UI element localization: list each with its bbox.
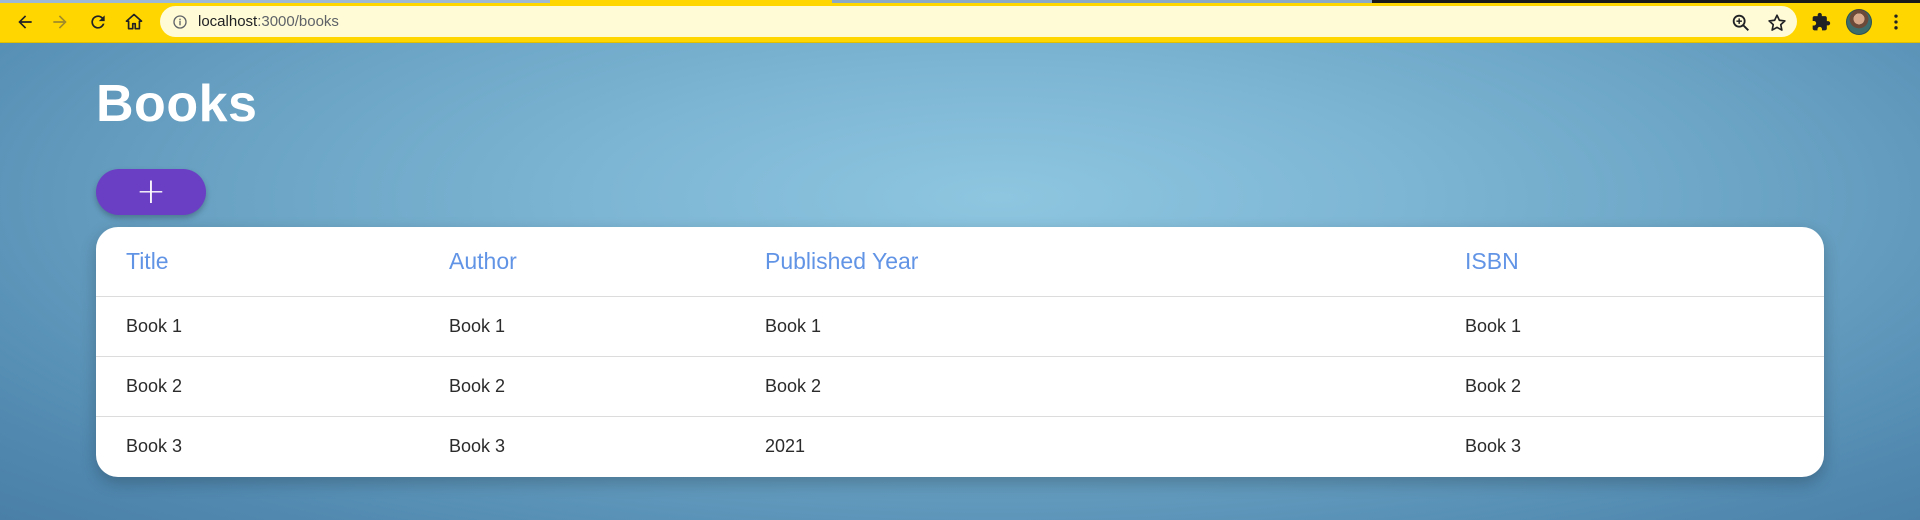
extensions-puzzle-icon — [1812, 12, 1831, 31]
home-button[interactable] — [119, 7, 149, 37]
browser-toolbar: localhost:3000/books — [0, 0, 1920, 43]
table-row[interactable]: Book 3 Book 3 2021 Book 3 — [96, 417, 1824, 477]
profile-avatar[interactable] — [1846, 9, 1872, 35]
extensions-button[interactable] — [1808, 9, 1834, 35]
column-header-published-year[interactable]: Published Year — [735, 227, 1435, 297]
cell-author: Book 3 — [449, 436, 506, 456]
add-book-button[interactable]: + — [96, 169, 206, 215]
url-path: :3000/books — [257, 13, 339, 30]
home-icon — [125, 13, 143, 30]
books-table-card: Title Author Published Year ISBN Book 1 … — [96, 227, 1824, 477]
cell-published-year: Book 2 — [735, 356, 1435, 417]
books-table: Title Author Published Year ISBN Book 1 … — [96, 227, 1824, 476]
cell-title: Book 3 — [126, 436, 183, 456]
reload-icon — [91, 15, 105, 29]
url-host: localhost — [198, 13, 258, 30]
column-header-title[interactable]: Title — [96, 227, 419, 297]
url-text[interactable]: localhost:3000/books — [198, 13, 339, 30]
column-header-author[interactable]: Author — [419, 227, 735, 297]
cell-isbn: Book 1 — [1435, 296, 1824, 357]
bookmark-star-icon[interactable] — [1766, 12, 1788, 34]
cell-isbn: Book 3 — [1465, 436, 1522, 456]
page-title: Books — [96, 75, 258, 133]
more-vert-icon — [1894, 14, 1898, 30]
forward-button[interactable] — [45, 7, 75, 37]
forward-arrow-icon — [53, 15, 67, 29]
cell-title: Book 2 — [96, 356, 419, 417]
cell-isbn: Book 2 — [1435, 356, 1824, 417]
table-row[interactable]: Book 2 Book 2 Book 2 Book 2 — [96, 356, 1824, 417]
table-row[interactable]: Book 1 Book 1 Book 1 Book 1 — [96, 296, 1824, 357]
cell-published-year: Book 1 — [735, 296, 1435, 357]
cell-published-year: 2021 — [765, 436, 806, 456]
column-header-isbn[interactable]: ISBN — [1435, 227, 1824, 297]
reload-button[interactable] — [83, 7, 113, 37]
cell-author: Book 1 — [419, 296, 735, 357]
address-bar[interactable]: localhost:3000/books — [160, 6, 1797, 37]
cell-author: Book 2 — [419, 356, 735, 417]
browser-menu-button[interactable] — [1883, 9, 1909, 35]
back-arrow-icon — [18, 15, 32, 29]
zoom-icon[interactable] — [1730, 12, 1752, 34]
tab-strip — [0, 0, 1920, 4]
back-button[interactable] — [10, 7, 40, 37]
site-info-icon[interactable] — [172, 14, 188, 30]
cell-title: Book 1 — [96, 296, 419, 357]
table-header-row: Title Author Published Year ISBN — [96, 227, 1824, 297]
